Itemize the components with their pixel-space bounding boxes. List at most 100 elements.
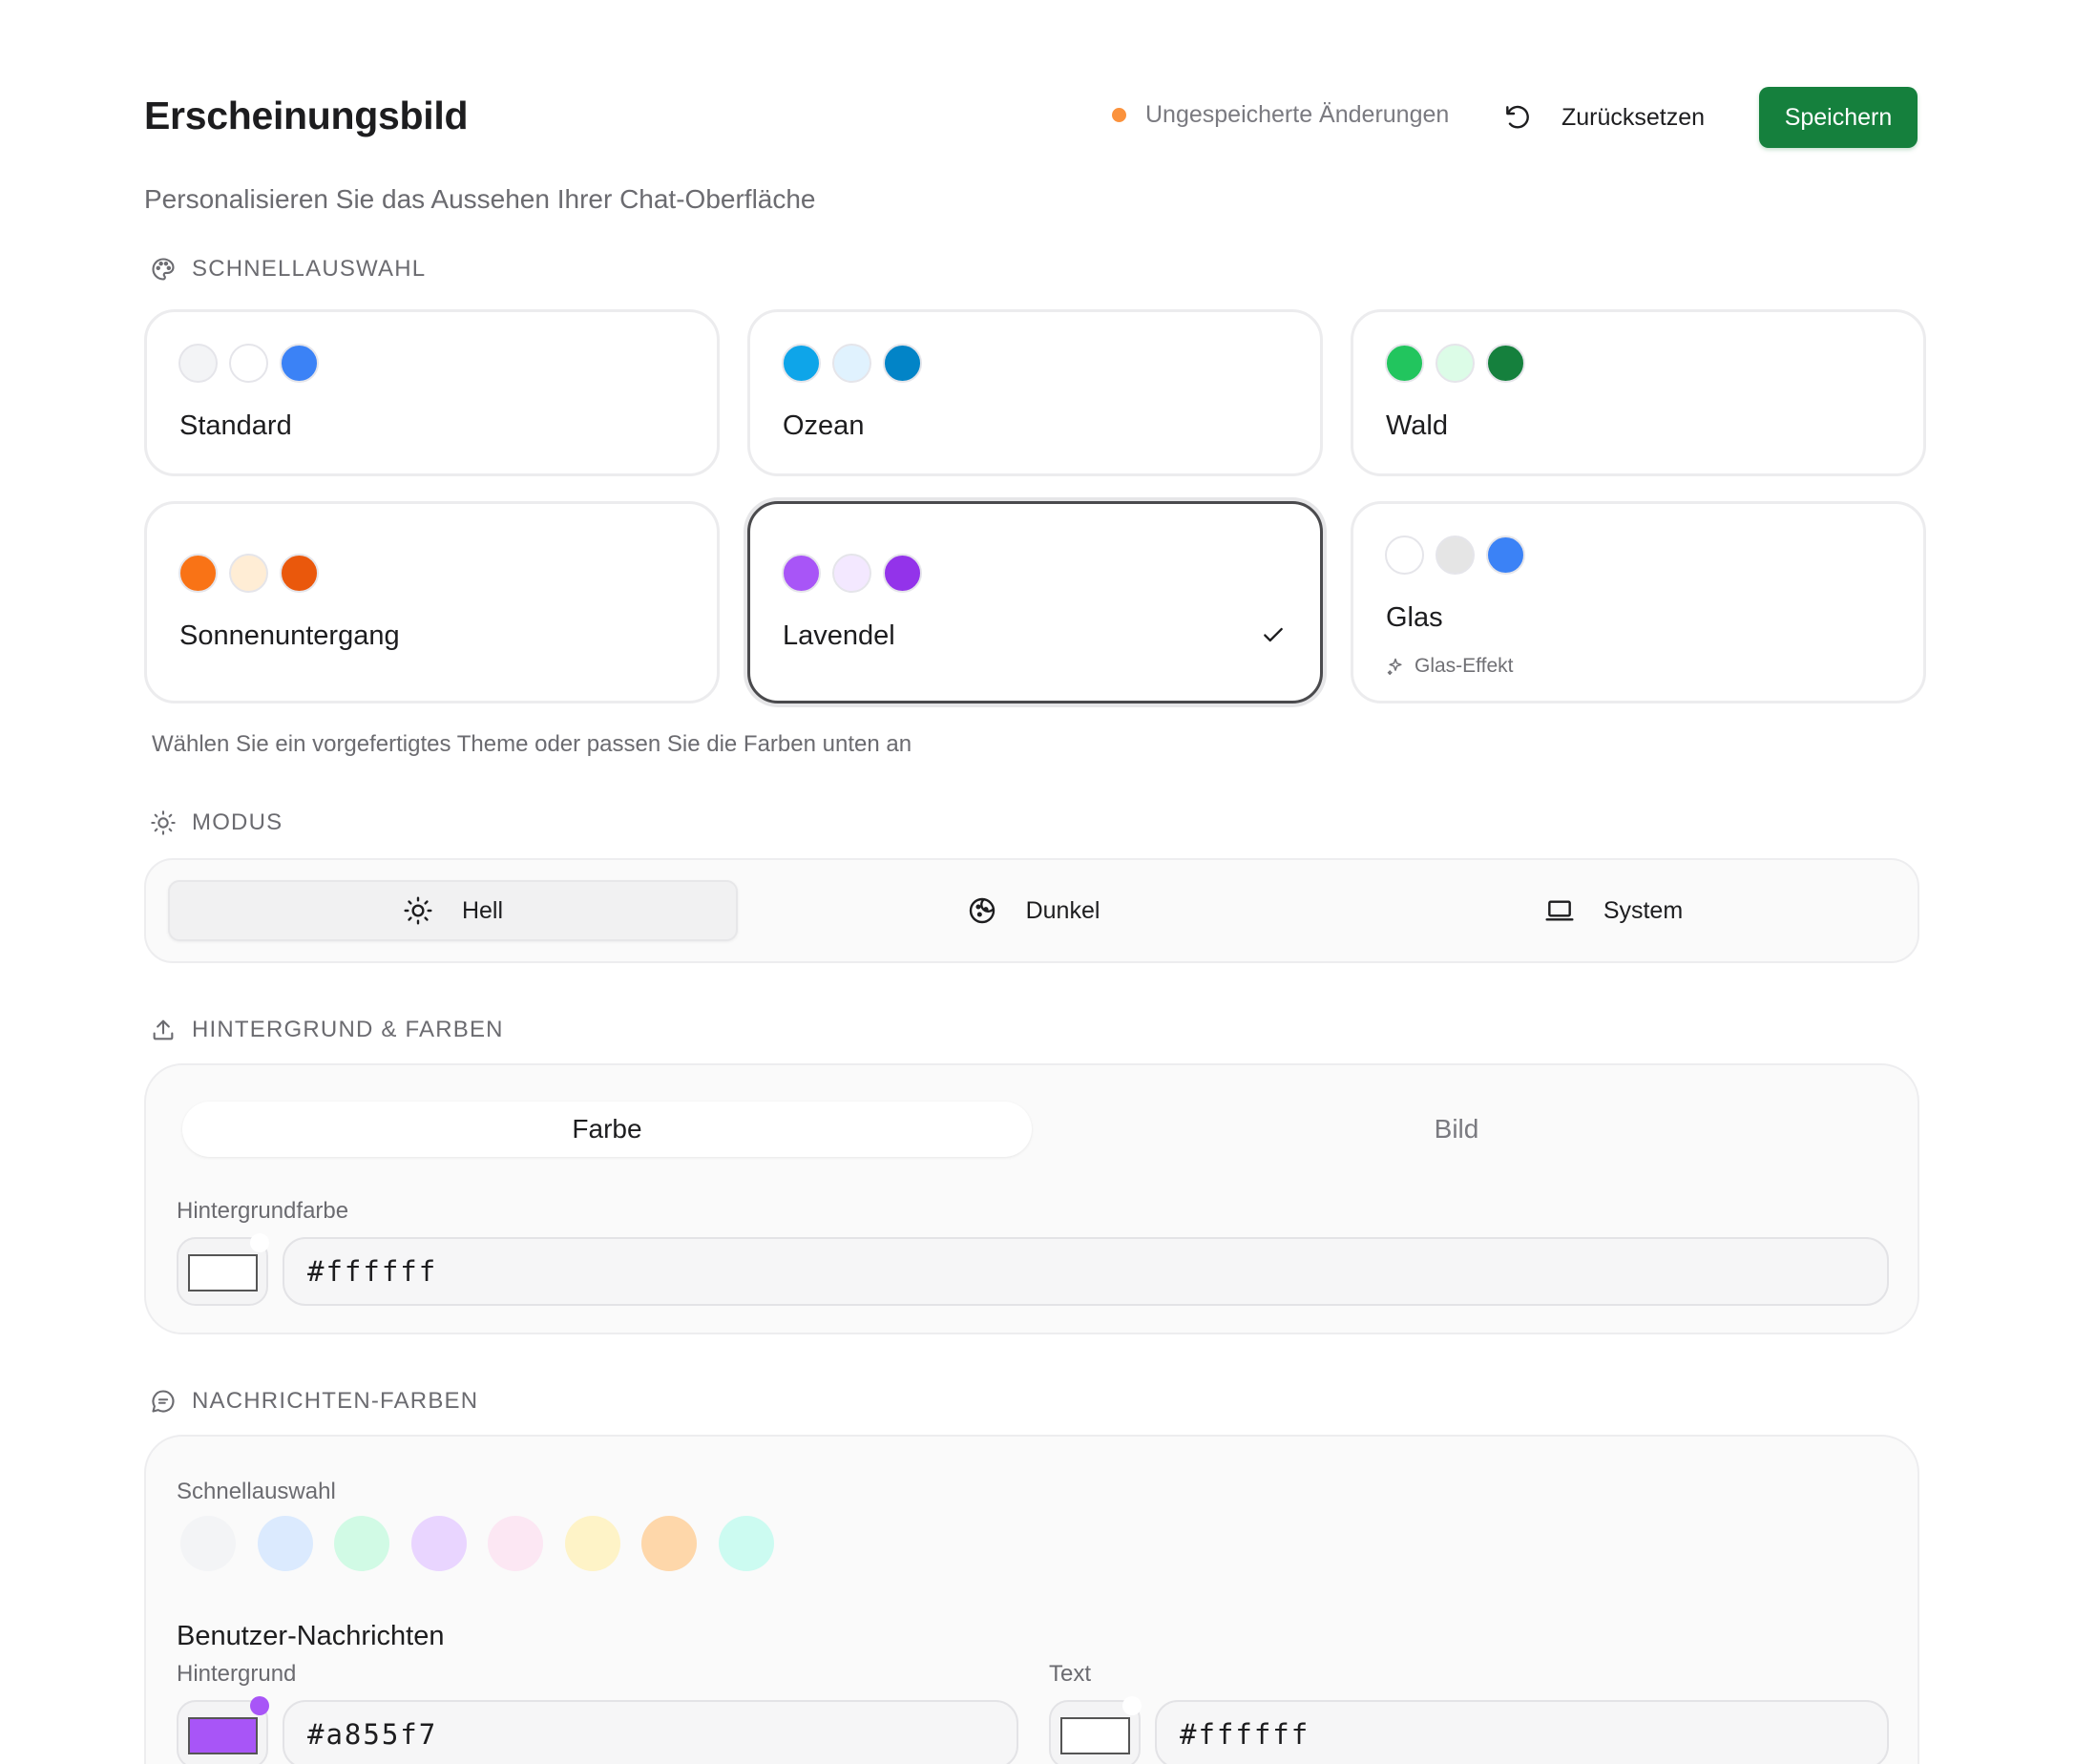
swatch	[782, 554, 821, 593]
theme-swatches	[782, 344, 922, 383]
user-messages-heading: Benutzer-Nachrichten	[177, 1621, 445, 1651]
swatch	[782, 344, 821, 383]
theme-swatches	[1385, 536, 1525, 575]
message-icon	[152, 1390, 175, 1413]
glass-effect-badge: Glas-Effekt	[1386, 655, 1513, 678]
reset-label: Zurücksetzen	[1561, 103, 1706, 131]
theme-card-standard[interactable]: Standard	[144, 309, 720, 476]
user-text-hex-input[interactable]: #ffffff	[1155, 1700, 1889, 1764]
tab-farbe[interactable]: Farbe	[182, 1102, 1032, 1157]
swatch	[1486, 536, 1525, 575]
color-preview	[1060, 1717, 1130, 1754]
mode-option-hell[interactable]: Hell	[168, 880, 738, 941]
mode-option-label: System	[1603, 896, 1684, 924]
background-hex-input[interactable]: #ffffff	[283, 1237, 1889, 1306]
color-preview	[188, 1717, 258, 1754]
color-preview	[188, 1254, 258, 1292]
sparkles-icon	[1387, 658, 1402, 676]
mode-option-system[interactable]: System	[1329, 880, 1898, 941]
mode-option-dunkel[interactable]: Dunkel	[748, 880, 1318, 941]
section-label-text: MODUS	[192, 809, 283, 835]
swatch	[1486, 344, 1525, 383]
theme-swatches	[178, 554, 319, 593]
theme-name: Lavendel	[783, 620, 895, 651]
mode-selector: Hell Dunkel System	[144, 858, 1919, 963]
theme-name: Standard	[179, 410, 292, 441]
color-indicator-dot	[1122, 1696, 1142, 1715]
swatch	[1385, 344, 1424, 383]
color-indicator-dot	[250, 1696, 269, 1715]
theme-hint: Wählen Sie ein vorgefertigtes Theme oder…	[152, 731, 912, 757]
theme-swatches	[1385, 344, 1525, 383]
sun-icon	[404, 896, 432, 925]
theme-swatches	[782, 554, 922, 593]
background-color-label: Hintergrundfarbe	[177, 1198, 349, 1224]
quick-colors-label: Schnellauswahl	[177, 1479, 336, 1504]
user-text-label: Text	[1049, 1661, 1092, 1687]
theme-card-sonnenuntergang[interactable]: Sonnenuntergang	[144, 501, 720, 704]
theme-name: Wald	[1386, 410, 1448, 441]
user-bg-hex-input[interactable]: #a855f7	[283, 1700, 1018, 1764]
theme-name: Glas	[1386, 602, 1443, 633]
palette-icon	[152, 258, 175, 281]
quick-color-dot[interactable]	[180, 1516, 236, 1571]
theme-name: Sonnenuntergang	[179, 620, 400, 651]
user-bg-color-picker[interactable]	[177, 1696, 269, 1764]
unsaved-indicator: Ungespeicherte Änderungen	[1112, 101, 1449, 129]
swatch	[178, 554, 218, 593]
theme-card-wald[interactable]: Wald	[1351, 309, 1926, 476]
sun-icon	[151, 810, 176, 835]
section-label-text: NACHRICHTEN-FARBEN	[192, 1388, 479, 1414]
swatch	[883, 554, 922, 593]
section-label-messages: NACHRICHTEN-FARBEN	[150, 1388, 478, 1415]
background-panel: Farbe Bild Hintergrundfarbe #ffffff	[144, 1063, 1919, 1334]
check-icon	[1264, 627, 1283, 642]
theme-name: Ozean	[783, 410, 865, 441]
swatch	[1385, 536, 1424, 575]
theme-card-glas[interactable]: Glas Glas-Effekt	[1351, 501, 1926, 704]
swatch	[280, 344, 319, 383]
swatch	[229, 554, 268, 593]
page-subtitle: Personalisieren Sie das Aussehen Ihrer C…	[144, 184, 816, 214]
color-indicator-dot	[250, 1233, 269, 1252]
moon-icon	[969, 897, 995, 924]
section-label-background: HINTERGRUND & FARBEN	[150, 1017, 504, 1043]
quick-color-dot[interactable]	[257, 1516, 313, 1571]
mode-option-label: Hell	[461, 896, 504, 924]
swatch	[832, 344, 871, 383]
section-label-quick-select: SCHNELLAUSWAHL	[150, 256, 426, 283]
laptop-icon	[1545, 900, 1574, 921]
theme-swatches	[178, 344, 319, 383]
user-text-color-picker[interactable]	[1049, 1696, 1142, 1764]
background-color-picker[interactable]	[177, 1233, 269, 1306]
glass-effect-label: Glas-Effekt	[1415, 655, 1514, 677]
swatch	[1436, 536, 1475, 575]
section-label-text: SCHNELLAUSWAHL	[192, 256, 427, 282]
unsaved-label: Ungespeicherte Änderungen	[1145, 101, 1450, 128]
upload-icon	[153, 1019, 174, 1040]
messages-panel: Schnellauswahl Benutzer-Nachrichten Hint…	[144, 1435, 1919, 1764]
tab-bild[interactable]: Bild	[1032, 1102, 1881, 1157]
swatch	[1436, 344, 1475, 383]
quick-color-dot[interactable]	[488, 1516, 543, 1571]
theme-card-lavendel[interactable]: Lavendel	[747, 501, 1323, 704]
swatch	[832, 554, 871, 593]
unsaved-dot	[1112, 108, 1126, 122]
quick-color-dot[interactable]	[718, 1516, 774, 1571]
swatch	[280, 554, 319, 593]
save-button[interactable]: Speichern	[1759, 87, 1918, 148]
quick-color-dot[interactable]	[334, 1516, 389, 1571]
quick-color-dot[interactable]	[410, 1516, 467, 1571]
mode-option-label: Dunkel	[1025, 896, 1100, 924]
reset-button[interactable]: Zurücksetzen	[1499, 88, 1708, 147]
reset-icon	[1506, 105, 1529, 129]
swatch	[178, 344, 218, 383]
section-label-text: HINTERGRUND & FARBEN	[192, 1017, 504, 1042]
swatch	[229, 344, 268, 383]
quick-color-dot[interactable]	[564, 1516, 620, 1571]
quick-color-dot[interactable]	[641, 1516, 697, 1571]
user-bg-label: Hintergrund	[177, 1661, 297, 1687]
section-label-mode: MODUS	[150, 809, 283, 836]
theme-card-ozean[interactable]: Ozean	[747, 309, 1323, 476]
page-title: Erscheinungsbild	[144, 94, 469, 137]
